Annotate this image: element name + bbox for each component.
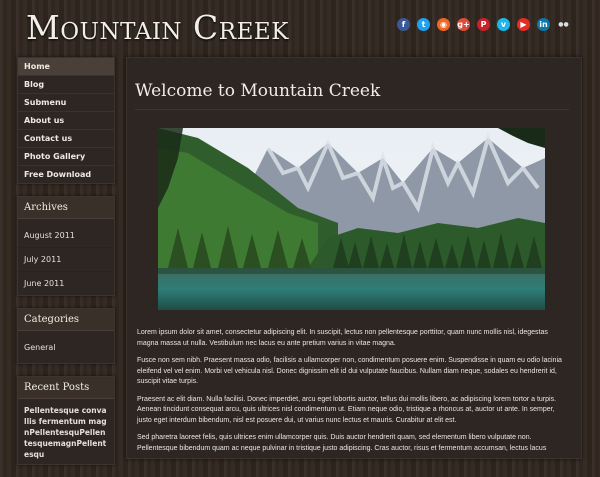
categories-widget: Categories General (17, 308, 115, 364)
categories-title: Categories (18, 309, 114, 331)
paragraph: Fusce non sem nibh. Praesent massa odio,… (137, 357, 562, 385)
vimeo-icon[interactable]: v (497, 18, 510, 31)
flickr-icon[interactable]: ●● (557, 18, 570, 31)
main-nav: Home Blog Submenu About us Contact us Ph… (17, 57, 115, 184)
linkedin-icon[interactable]: in (537, 18, 550, 31)
nav-item-home[interactable]: Home (18, 58, 114, 76)
pinterest-icon[interactable]: P (477, 18, 490, 31)
article-body: Lorem ipsum dolor sit amet, consectetur … (137, 328, 569, 461)
archives-widget: Archives August 2011 July 2011 June 2011 (17, 196, 115, 296)
hero-image (158, 128, 545, 310)
paragraph: Sed pharetra laoreet felis, quis ultrice… (137, 434, 547, 452)
youtube-icon[interactable]: ▶ (517, 18, 530, 31)
nav-item-submenu[interactable]: Submenu (18, 94, 114, 112)
paragraph: Praesent ac elit diam. Nulla facilisi. D… (137, 395, 557, 424)
page-title: Welcome to Mountain Creek (135, 81, 381, 101)
nav-item-about-us[interactable]: About us (18, 112, 114, 130)
archive-link[interactable]: June 2011 (18, 272, 114, 295)
facebook-icon[interactable]: f (397, 18, 410, 31)
archive-link[interactable]: July 2011 (18, 248, 114, 272)
site-title[interactable]: Mountain Creek (26, 8, 289, 47)
nav-item-blog[interactable]: Blog (18, 76, 114, 94)
nav-item-contact-us[interactable]: Contact us (18, 130, 114, 148)
archive-link[interactable]: August 2011 (18, 224, 114, 248)
main-content: Welcome to Mountain Creek Lorem ipsum do… (126, 57, 582, 459)
social-icons: f t ◉ g+ Pv ▶ in ●● (397, 18, 570, 31)
category-link[interactable]: General (18, 336, 114, 359)
nav-item-photo-gallery[interactable]: Photo Gallery (18, 148, 114, 166)
twitter-icon[interactable]: t (417, 18, 430, 31)
google-plus-icon[interactable]: g+ (457, 18, 470, 31)
rss-icon[interactable]: ◉ (437, 18, 450, 31)
archives-title: Archives (18, 197, 114, 219)
title-divider (135, 109, 569, 110)
mountain-lake-picture (158, 128, 545, 310)
sidebar: Home Blog Submenu About us Contact us Ph… (17, 57, 115, 477)
recent-post-link[interactable]: Pellentesque convallis fermentum magnPel… (18, 399, 114, 464)
recent-posts-widget: Recent Posts Pellentesque convallis ferm… (17, 376, 115, 465)
nav-item-free-download[interactable]: Free Download (18, 166, 114, 183)
recent-posts-title: Recent Posts (18, 377, 114, 399)
paragraph: Lorem ipsum dolor sit amet, consectetur … (137, 329, 548, 347)
